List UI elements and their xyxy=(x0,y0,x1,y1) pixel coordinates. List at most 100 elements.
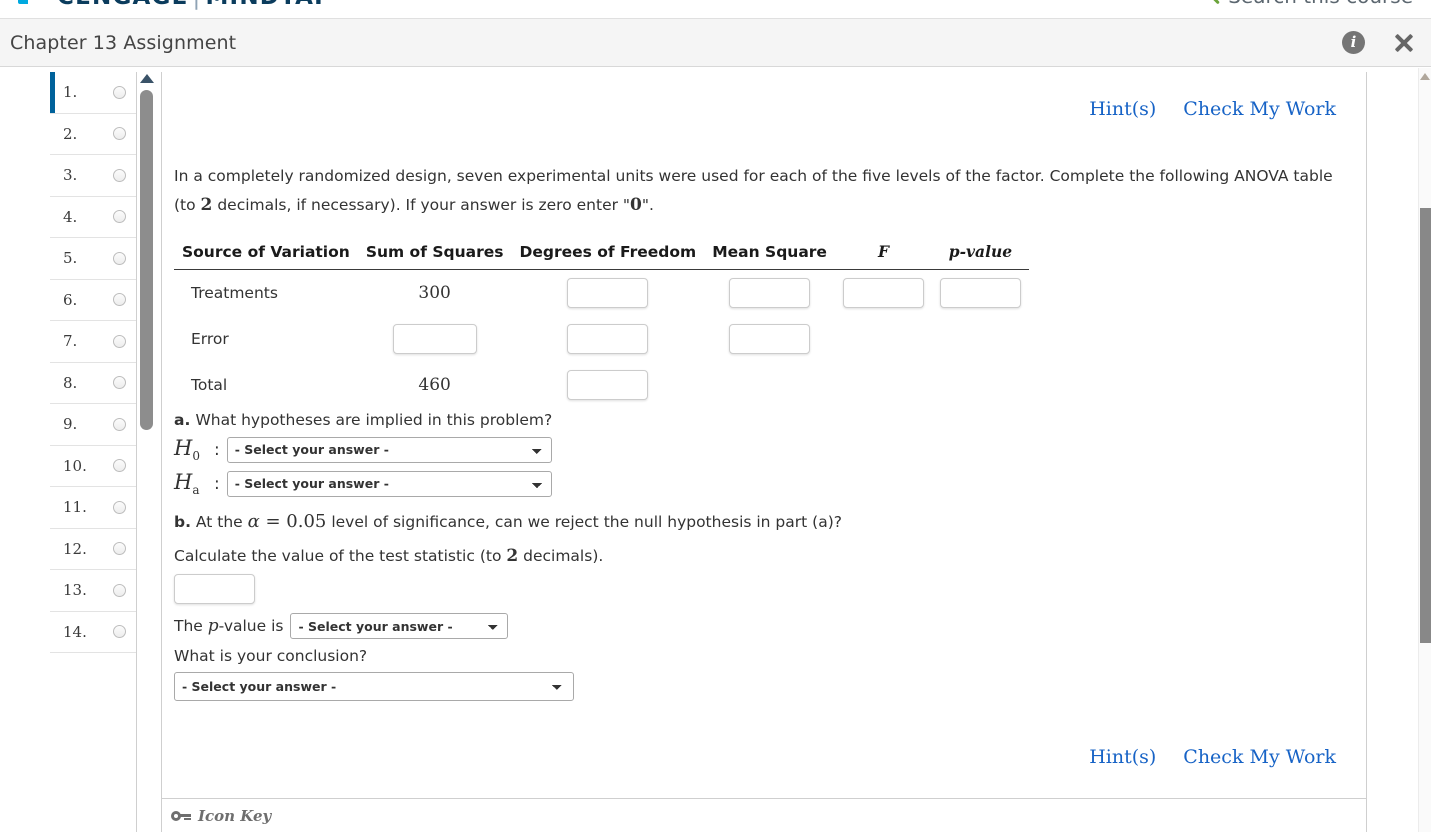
h-letter: H xyxy=(174,470,193,495)
question-prompt: In a completely randomized design, seven… xyxy=(174,162,1348,220)
conclusion-select[interactable]: - Select your answer - xyxy=(174,672,574,702)
search-label: Search this course xyxy=(1228,0,1413,8)
question-nav-item-3[interactable]: 3. xyxy=(50,155,136,197)
search-icon xyxy=(1201,0,1221,6)
p-value-label: The p-value is xyxy=(174,616,283,636)
null-hypothesis-row: H0 : - Select your answer - xyxy=(174,436,1348,463)
hints-link-bottom[interactable]: Hint(s) xyxy=(1089,746,1156,768)
alt-colon: : xyxy=(214,473,220,494)
treatments-df-input[interactable] xyxy=(567,278,649,308)
icon-key-label[interactable]: Icon Key xyxy=(198,807,271,825)
treatments-df-cell xyxy=(511,270,704,317)
alt-hypothesis-row: Ha : - Select your answer - xyxy=(174,470,1348,497)
treatments-ms-cell xyxy=(704,270,835,317)
scroll-up-arrow-icon[interactable] xyxy=(140,74,154,83)
question-nav-item-10[interactable]: 10. xyxy=(50,445,136,487)
part-a-label: a. xyxy=(174,411,191,429)
treatments-f-input[interactable] xyxy=(842,278,924,308)
total-df-input[interactable] xyxy=(567,370,649,400)
question-status-dot[interactable] xyxy=(113,542,126,556)
question-nav-item-9[interactable]: 9. xyxy=(50,404,136,446)
p-italic: p xyxy=(207,616,219,637)
question-nav-item-6[interactable]: 6. xyxy=(50,279,136,321)
null-hypothesis-select[interactable]: - Select your answer - xyxy=(226,436,552,463)
close-icon[interactable] xyxy=(1391,30,1417,56)
error-f-cell-empty xyxy=(835,316,932,362)
alpha-symbol: α xyxy=(247,511,260,533)
question-status-dot[interactable] xyxy=(113,459,126,473)
p-value-text-after: -value is xyxy=(218,617,284,636)
question-list-scrollbar[interactable] xyxy=(138,72,155,832)
page-scroll-up-arrow-icon[interactable] xyxy=(1420,73,1430,80)
question-nav-label: 4. xyxy=(63,207,78,226)
info-icon[interactable]: i xyxy=(1342,31,1365,54)
question-nav-label: 13. xyxy=(63,581,87,600)
question-nav-item-12[interactable]: 12. xyxy=(50,528,136,570)
question-status-dot[interactable] xyxy=(113,127,126,141)
calc-text-before: Calculate the value of the test statisti… xyxy=(174,547,507,566)
col-header-p-value: p-value xyxy=(948,242,1013,261)
question-nav-label: 12. xyxy=(63,539,87,558)
question-status-dot[interactable] xyxy=(113,210,126,224)
null-hypothesis-symbol: H0 xyxy=(174,436,210,463)
question-nav-item-13[interactable]: 13. xyxy=(50,570,136,612)
question-nav-item-4[interactable]: 4. xyxy=(50,196,136,238)
question-nav-item-11[interactable]: 11. xyxy=(50,487,136,529)
part-b-text-before: At the xyxy=(195,513,248,532)
question-nav-label: 1. xyxy=(63,83,78,102)
col-header-f: F xyxy=(877,242,889,261)
alt-hypothesis-symbol: Ha xyxy=(174,470,210,497)
total-sum-of-squares-value: 460 xyxy=(418,375,451,395)
question-status-dot[interactable] xyxy=(113,500,126,514)
question-status-dot[interactable] xyxy=(113,334,126,348)
question-status-dot[interactable] xyxy=(113,376,126,390)
question-status-dot[interactable] xyxy=(113,293,126,307)
question-nav-item-7[interactable]: 7. xyxy=(50,321,136,363)
prompt-decimal-count: 2 xyxy=(200,195,213,215)
scrollbar-thumb[interactable] xyxy=(140,90,153,430)
treatments-mean-square-input[interactable] xyxy=(729,278,811,308)
error-df-input[interactable] xyxy=(567,324,649,354)
hints-link-top[interactable]: Hint(s) xyxy=(1089,98,1156,120)
total-pvalue-cell-empty xyxy=(932,362,1029,408)
error-mean-square-input[interactable] xyxy=(729,324,811,354)
question-status-dot[interactable] xyxy=(113,417,126,431)
error-sum-of-squares-input[interactable] xyxy=(392,324,477,354)
part-a-text: What hypotheses are implied in this prob… xyxy=(195,411,553,429)
question-status-dot[interactable] xyxy=(113,251,126,265)
cengage-mindtap-logo[interactable]: CENGAGE |MINDTAP xyxy=(18,0,332,10)
calc-decimal-count: 2 xyxy=(506,546,519,567)
question-content: In a completely randomized design, seven… xyxy=(174,162,1348,702)
check-my-work-link-top[interactable]: Check My Work xyxy=(1183,98,1336,120)
part-b-text-after: level of significance, can we reject the… xyxy=(326,513,842,532)
cengage-logo-mark xyxy=(18,0,48,10)
search-this-course-button[interactable]: Search this course xyxy=(1201,0,1413,8)
row-label-treatments: Treatments xyxy=(191,284,278,302)
table-row: Treatments 300 xyxy=(174,270,1029,317)
question-nav-item-5[interactable]: 5. xyxy=(50,238,136,280)
check-my-work-link-bottom[interactable]: Check My Work xyxy=(1183,746,1336,768)
test-statistic-input[interactable] xyxy=(174,574,255,605)
p-value-select[interactable]: - Select your answer - xyxy=(290,613,509,640)
page-scrollbar[interactable] xyxy=(1418,68,1431,832)
question-status-dot[interactable] xyxy=(113,85,126,99)
total-ms-cell-empty xyxy=(704,362,835,408)
logo-secondary-text: MINDTAP xyxy=(205,0,332,10)
question-nav-item-2[interactable]: 2. xyxy=(50,113,136,155)
question-status-dot[interactable] xyxy=(113,168,126,182)
question-nav-item-1[interactable]: 1. xyxy=(50,72,136,114)
prompt-text-part2: decimals, if necessary). If your answer … xyxy=(212,196,631,214)
question-status-dot[interactable] xyxy=(113,583,126,597)
question-status-dot[interactable] xyxy=(113,625,126,639)
question-nav-label: 3. xyxy=(63,166,78,185)
treatments-p-value-input[interactable] xyxy=(939,278,1021,308)
anova-header-row: Source of Variation Sum of Squares Degre… xyxy=(174,242,1029,270)
question-nav-item-8[interactable]: 8. xyxy=(50,362,136,404)
alt-hypothesis-select[interactable]: - Select your answer - xyxy=(226,470,552,497)
alpha-value: = 0.05 xyxy=(259,511,327,533)
row-label-total: Total xyxy=(191,376,228,394)
question-nav-label: 8. xyxy=(63,373,78,392)
question-nav-item-14[interactable]: 14. xyxy=(50,611,136,653)
calc-text-after: decimals). xyxy=(518,547,604,566)
page-scrollbar-thumb[interactable] xyxy=(1420,208,1431,643)
